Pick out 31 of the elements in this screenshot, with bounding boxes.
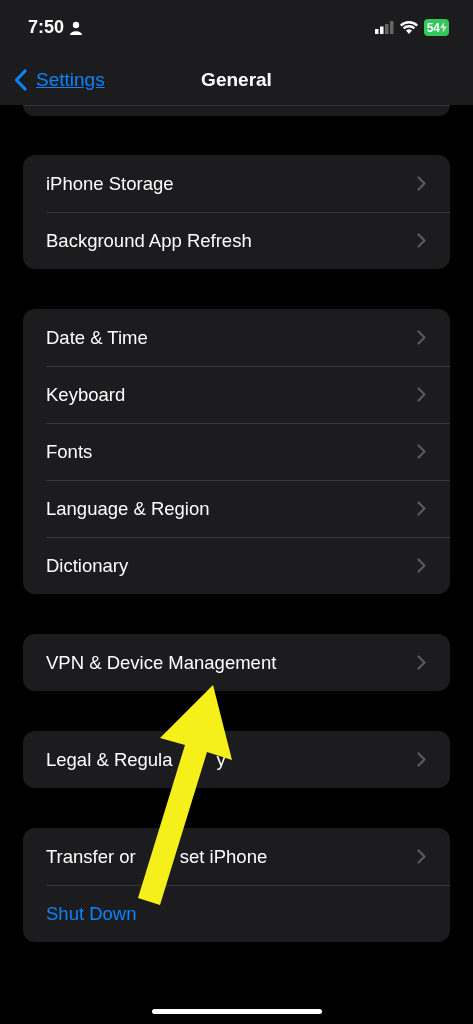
settings-row[interactable]: Date & Time xyxy=(23,309,450,366)
settings-row[interactable]: VPN & Device Management xyxy=(23,634,450,691)
status-time: 7:50 xyxy=(28,17,65,38)
page-title: General xyxy=(201,69,272,91)
wifi-icon xyxy=(399,21,418,34)
back-chevron-icon xyxy=(14,69,27,91)
person-icon xyxy=(69,20,84,35)
signal-icon xyxy=(374,21,394,34)
chevron-icon xyxy=(417,752,426,767)
settings-row[interactable]: Keyboard xyxy=(23,366,450,423)
label-fragment: set iPhone xyxy=(179,845,268,868)
chevron-icon xyxy=(417,233,426,248)
battery-icon: 54 xyxy=(423,19,449,36)
chevron-icon xyxy=(417,558,426,573)
chevron-icon xyxy=(417,849,426,864)
label-fragment: y xyxy=(216,748,226,771)
chevron-icon xyxy=(417,330,426,345)
settings-row[interactable]: iPhone Storage xyxy=(23,155,450,212)
chevron-icon xyxy=(417,655,426,670)
settings-row[interactable]: Transfer or set iPhone xyxy=(23,828,450,885)
back-link[interactable]: Settings xyxy=(14,69,105,91)
settings-row[interactable]: Dictionary xyxy=(23,537,450,594)
chevron-icon xyxy=(417,387,426,402)
chevron-icon xyxy=(417,444,426,459)
settings-row[interactable]: Language & Region xyxy=(23,480,450,537)
settings-row[interactable]: Background App Refresh xyxy=(23,212,450,269)
chevron-icon xyxy=(417,176,426,191)
settings-row[interactable]: Shut Down xyxy=(23,885,450,942)
chevron-icon xyxy=(417,501,426,516)
settings-row[interactable]: Fonts xyxy=(23,423,450,480)
settings-row[interactable]: Legal & Regula y xyxy=(23,731,450,788)
